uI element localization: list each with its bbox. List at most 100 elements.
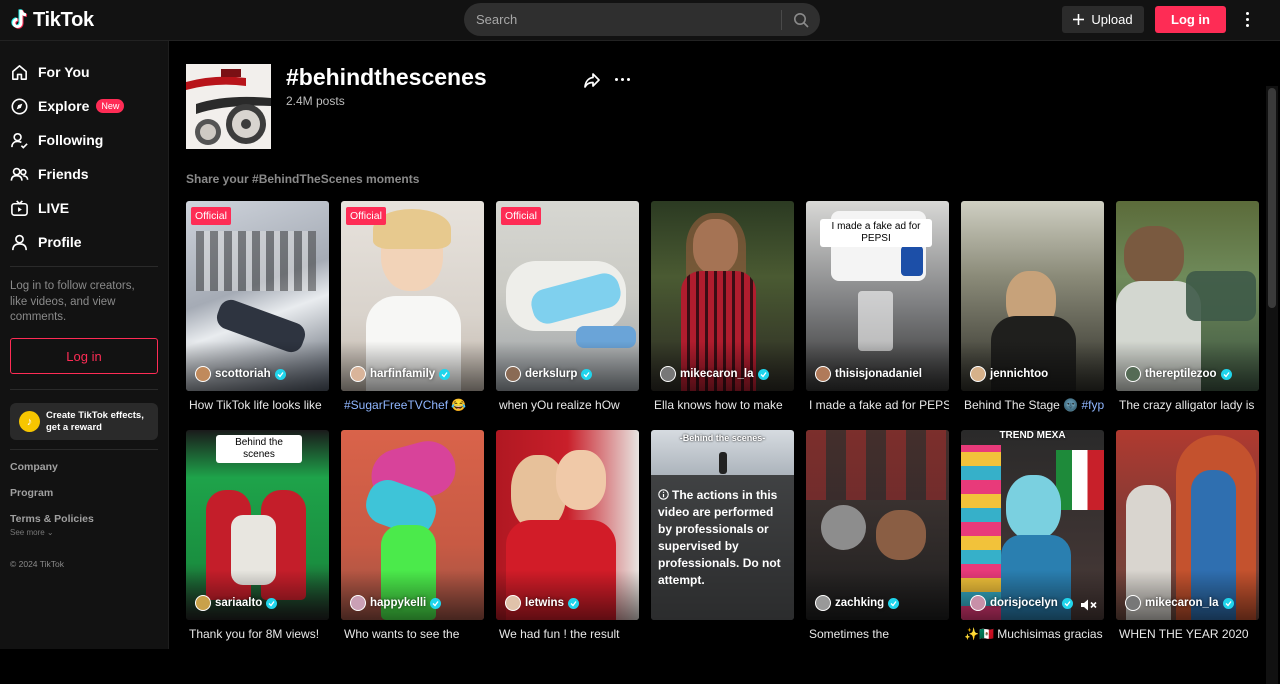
- sidebar-item-profile[interactable]: Profile: [10, 229, 160, 255]
- sidebar-item-explore[interactable]: Explore New: [10, 93, 160, 119]
- avatar: [660, 366, 676, 382]
- video-caption[interactable]: Sometimes the: [806, 627, 949, 641]
- video-caption[interactable]: We had fun ! the result: [496, 627, 639, 641]
- video-thumbnail[interactable]: jennichtoo: [961, 201, 1104, 391]
- video-caption[interactable]: I made a fake ad for PEPSI: [806, 398, 949, 412]
- video-caption[interactable]: The crazy alligator lady is: [1116, 398, 1259, 412]
- video-caption[interactable]: Ella knows how to make: [651, 398, 794, 412]
- video-author: mikecaron_la: [1125, 595, 1234, 611]
- video-caption[interactable]: ✨🇲🇽 Muchisimas gracias: [961, 627, 1104, 641]
- video-thumbnail[interactable]: Behind the scenes sariaalto: [186, 430, 329, 620]
- video-card[interactable]: Official derkslurp when yOu realize hOw: [496, 201, 639, 420]
- video-card[interactable]: Official harfinfamily #SugarFreeTVChef 😂: [341, 201, 484, 420]
- avatar: [815, 595, 831, 611]
- video-author: scottoriah: [195, 366, 286, 382]
- top-bar: TikTok Upload Log in: [0, 0, 1280, 41]
- video-author: happykelli: [350, 595, 442, 611]
- search-input[interactable]: [464, 3, 781, 36]
- more-options-icon[interactable]: [1238, 8, 1256, 30]
- author-name: derkslurp: [525, 368, 578, 380]
- sidebar-item-for-you[interactable]: For You: [10, 59, 160, 85]
- official-badge: Official: [191, 207, 231, 225]
- see-more-link[interactable]: See more ⌄: [10, 528, 54, 537]
- video-card[interactable]: I made a fake ad for PEPSI thisisjonadan…: [806, 201, 949, 420]
- compass-icon: [11, 97, 28, 115]
- author-name: dorisjocelyn: [990, 597, 1058, 609]
- more-horizontal-icon[interactable]: [612, 69, 632, 89]
- avatar: [1125, 366, 1141, 382]
- author-name: happykelli: [370, 597, 427, 609]
- video-thumbnail[interactable]: happykelli: [341, 430, 484, 620]
- caption-hashtag[interactable]: #fyp: [1081, 398, 1104, 412]
- footer-link-company[interactable]: Company: [10, 461, 58, 473]
- video-caption[interactable]: How TikTok life looks like: [186, 398, 329, 412]
- video-thumbnail[interactable]: TREND MEXA dorisjocelyn: [961, 430, 1104, 620]
- author-name: jennichtoo: [990, 368, 1049, 380]
- video-author: letwins: [505, 595, 579, 611]
- create-effects-banner[interactable]: ♪ Create TikTok effects, get a reward: [10, 403, 158, 440]
- sidebar-item-following[interactable]: Following: [10, 127, 160, 153]
- muted-speaker-icon[interactable]: [1080, 598, 1098, 612]
- video-thumbnail[interactable]: letwins: [496, 430, 639, 620]
- video-card[interactable]: thereptilezoo The crazy alligator lady i…: [1116, 201, 1259, 420]
- footer-link-program[interactable]: Program: [10, 487, 53, 499]
- video-card[interactable]: mikecaron_la Ella knows how to make: [651, 201, 794, 420]
- video-caption[interactable]: #SugarFreeTVChef 😂: [341, 398, 484, 412]
- video-card[interactable]: letwins We had fun ! the result: [496, 430, 639, 649]
- video-thumbnail[interactable]: Official harfinfamily: [341, 201, 484, 391]
- video-thumbnail[interactable]: zachking: [806, 430, 949, 620]
- video-card[interactable]: jennichtoo Behind The Stage 🌚 #fyp: [961, 201, 1104, 420]
- sidebar-item-label: For You: [38, 64, 90, 80]
- avatar: [195, 366, 211, 382]
- search-button[interactable]: [782, 3, 820, 36]
- share-icon[interactable]: [582, 70, 602, 90]
- video-author: zachking: [815, 595, 900, 611]
- upload-button[interactable]: Upload: [1062, 6, 1144, 33]
- video-card[interactable]: mikecaron_la WHEN THE YEAR 2020: [1116, 430, 1259, 649]
- official-badge: Official: [346, 207, 386, 225]
- video-caption[interactable]: WHEN THE YEAR 2020: [1116, 627, 1259, 641]
- video-thumbnail[interactable]: mikecaron_la: [651, 201, 794, 391]
- author-name: mikecaron_la: [1145, 597, 1219, 609]
- sidebar-item-friends[interactable]: Friends: [10, 161, 160, 187]
- video-thumbnail[interactable]: I made a fake ad for PEPSI thisisjonadan…: [806, 201, 949, 391]
- verified-icon: [567, 597, 579, 609]
- new-badge: New: [96, 99, 125, 113]
- video-overlay-text: TREND MEXA: [999, 430, 1066, 441]
- scrollbar-thumb[interactable]: [1268, 88, 1276, 308]
- effects-coin-icon: ♪: [19, 411, 40, 432]
- sidebar-item-live[interactable]: LIVE: [10, 195, 160, 221]
- video-caption[interactable]: Behind The Stage 🌚 #fyp: [961, 398, 1104, 412]
- caption-emoji: 😂: [451, 398, 467, 412]
- video-thumbnail[interactable]: Official scottoriah: [186, 201, 329, 391]
- user-check-icon: [11, 132, 28, 149]
- caption-hashtag[interactable]: #SugarFreeTVChef: [344, 398, 448, 412]
- search-bar: [464, 3, 820, 36]
- video-card[interactable]: TREND MEXA dorisjocelyn ✨🇲🇽 Muchisimas g…: [961, 430, 1104, 649]
- video-card[interactable]: Official scottoriah How TikTok life look…: [186, 201, 329, 420]
- tiktok-logo[interactable]: TikTok: [10, 8, 94, 32]
- verified-icon: [1222, 597, 1234, 609]
- hashtag-cover-image: [186, 64, 271, 149]
- video-grid: Official scottoriah How TikTok life look…: [186, 201, 1259, 649]
- footer-link-terms[interactable]: Terms & Policies: [10, 513, 94, 525]
- video-caption[interactable]: when yOu realize hOw: [496, 398, 639, 412]
- avatar: [195, 595, 211, 611]
- video-card[interactable]: -Behind the scenes- The actions in this …: [651, 430, 794, 649]
- video-card[interactable]: Behind the scenes sariaalto Thank you fo…: [186, 430, 329, 649]
- copyright-text: © 2024 TikTok: [10, 559, 64, 569]
- plus-icon: [1073, 14, 1085, 25]
- video-thumbnail[interactable]: thereptilezoo: [1116, 201, 1259, 391]
- video-author: dorisjocelyn: [970, 595, 1073, 611]
- login-button[interactable]: Log in: [1155, 6, 1226, 33]
- live-tv-icon: [11, 199, 28, 216]
- video-caption[interactable]: Who wants to see the: [341, 627, 484, 641]
- video-thumbnail[interactable]: -Behind the scenes- The actions in this …: [651, 430, 794, 620]
- video-card[interactable]: zachking Sometimes the: [806, 430, 949, 649]
- page-scrollbar[interactable]: [1266, 86, 1278, 684]
- video-thumbnail[interactable]: Official derkslurp: [496, 201, 639, 391]
- sidebar-login-button[interactable]: Log in: [10, 338, 158, 374]
- video-card[interactable]: happykelli Who wants to see the: [341, 430, 484, 649]
- video-caption[interactable]: Thank you for 8M views!: [186, 627, 329, 641]
- video-thumbnail[interactable]: mikecaron_la: [1116, 430, 1259, 620]
